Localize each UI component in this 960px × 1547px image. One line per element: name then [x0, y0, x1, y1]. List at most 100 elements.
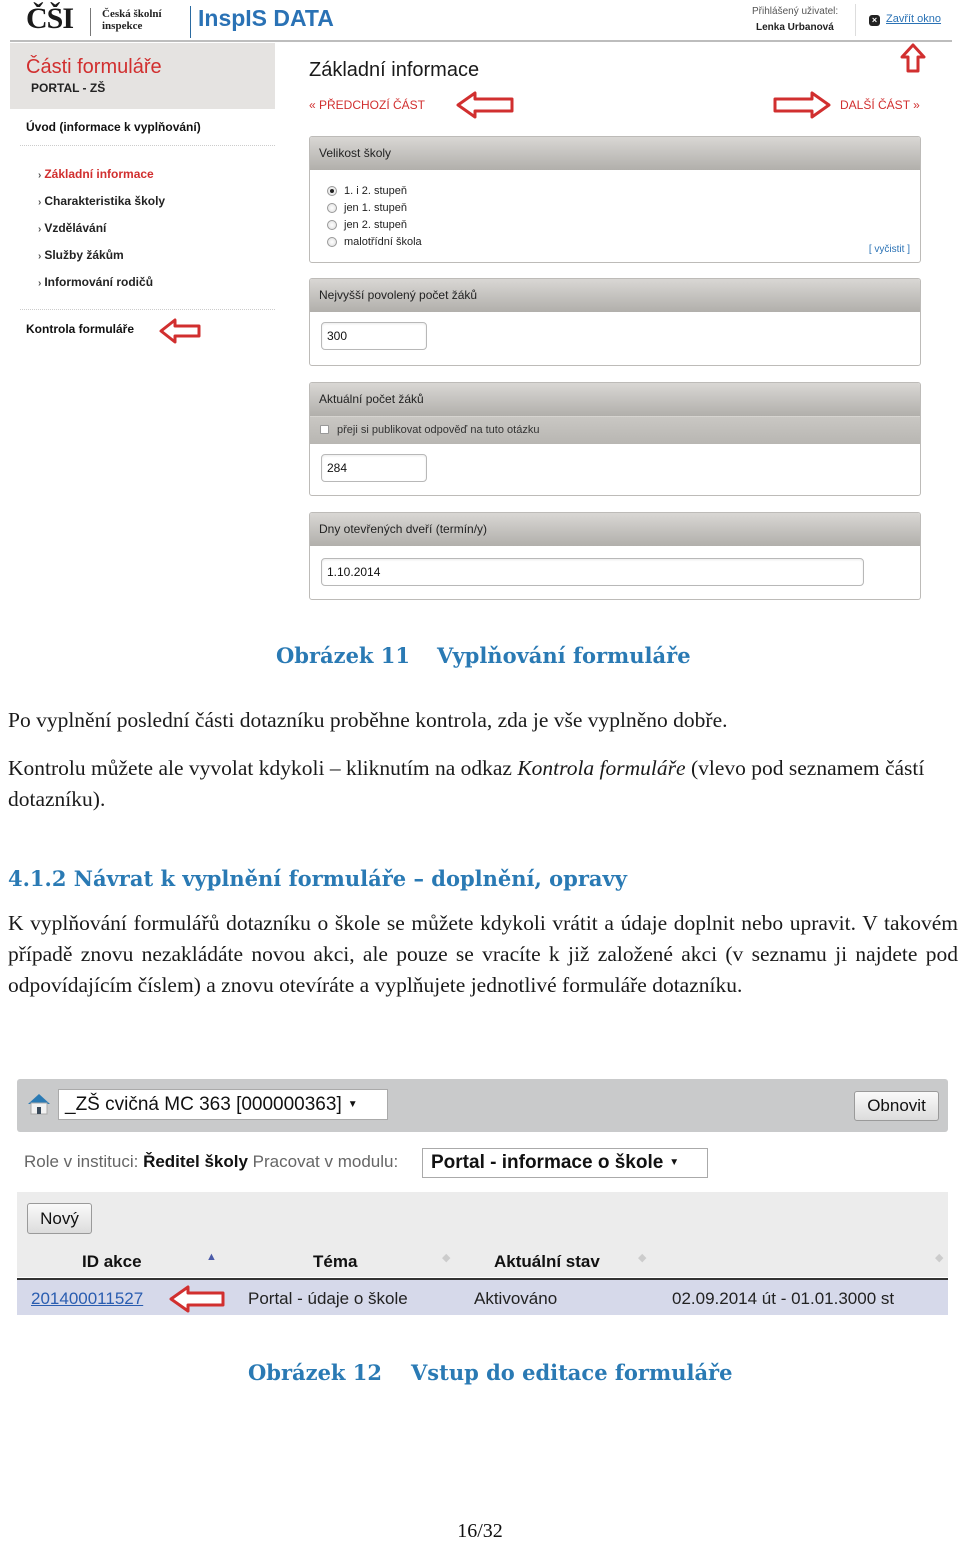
sidebar-intro-link[interactable]: Úvod (informace k vyplňování): [26, 120, 201, 134]
sort-icon[interactable]: ◆: [442, 1251, 450, 1264]
panel-body: 1. i 2. stupeň jen 1. stupeň jen 2. stup…: [310, 170, 920, 262]
annotation-arrow-left-icon: [169, 1285, 225, 1313]
module-select[interactable]: Portal - informace o škole ▼: [422, 1148, 708, 1178]
logo-divider-2: [190, 6, 191, 38]
radio-option[interactable]: jen 1. stupeň: [327, 199, 920, 216]
paragraph-2: Kontrolu můžete ale vyvolat kdykoli – kl…: [8, 753, 958, 815]
module-select-value: Portal - informace o škole: [431, 1152, 664, 1173]
role-label: Role v instituci:: [24, 1152, 139, 1171]
figure-1-caption: Vyplňování formuláře: [437, 643, 691, 668]
action-period: 02.09.2014 út - 01.01.3000 st: [672, 1289, 895, 1308]
panel-current-students: Aktuální počet žáků přeji si publikovat …: [309, 382, 921, 496]
action-status: Aktivováno: [474, 1289, 558, 1308]
page-title: Základní informace: [309, 59, 480, 81]
current-students-input[interactable]: 284: [321, 454, 427, 482]
radio-button[interactable]: [327, 219, 337, 230]
role-row: Role v instituci: Ředitel školy Pracovat…: [24, 1152, 398, 1172]
user-name: Lenka Urbanová: [756, 22, 834, 33]
sidebar-item-vzdelavani[interactable]: › Vzdělávání: [38, 221, 106, 235]
chevron-right-icon: ›: [38, 224, 42, 235]
panel-body: 1.10.2014: [310, 546, 920, 599]
sidebar-item-label: Služby žákům: [44, 248, 124, 262]
clear-selection-link[interactable]: [ vyčistit ]: [869, 244, 910, 255]
panel-title: Dny otevřených dveří (termín/y): [310, 513, 920, 546]
column-header-id[interactable]: ID akce: [82, 1252, 142, 1272]
action-id-link[interactable]: 201400011527: [31, 1289, 143, 1309]
paragraph-1: Po vyplnění poslední části dotazníku pro…: [8, 708, 728, 732]
app-logo: InspIS DATA: [198, 5, 334, 31]
annotation-arrow-left-icon: [456, 91, 514, 119]
paragraph-2-text: Kontrolu můžete ale vyvolat kdykoli – kl…: [8, 756, 518, 780]
module-label: Pracovat v modulu:: [252, 1152, 399, 1171]
institution-select-value: _ZŠ cvičná MC 363 [000000363]: [65, 1094, 342, 1115]
sidebar-item-zakladni-informace[interactable]: › Základní informace: [38, 167, 154, 181]
role-value: Ředitel školy: [143, 1152, 248, 1171]
form-check-link[interactable]: Kontrola formuláře: [26, 322, 134, 336]
chevron-right-icon: ›: [38, 170, 42, 181]
publish-label: přeji si publikovat odpověď na tuto otáz…: [337, 424, 540, 436]
sidebar-item-label: Základní informace: [44, 167, 154, 181]
sidebar-item-label: Charakteristika školy: [44, 194, 166, 208]
sort-ascending-icon[interactable]: ▲: [206, 1251, 217, 1263]
radio-option[interactable]: malotřídní škola: [327, 233, 920, 250]
chevron-right-icon: ›: [38, 197, 42, 208]
actions-list-header-area: [17, 1192, 948, 1277]
logo-divider: [90, 8, 91, 36]
figure-1-screenshot: ČŠI Česká školní inspekce InspIS DATA Př…: [0, 0, 960, 610]
sidebar-divider: [20, 309, 275, 310]
section-heading: 4.1.2 Návrat k vyplnění formuláře – dopl…: [8, 866, 627, 891]
radio-button-checked[interactable]: [327, 185, 337, 196]
sort-icon[interactable]: ◆: [935, 1251, 943, 1264]
radio-label: jen 1. stupeň: [344, 201, 407, 214]
sort-icon[interactable]: ◆: [638, 1251, 646, 1264]
next-part-link[interactable]: DALŠÍ ČÁST »: [840, 98, 920, 112]
chevron-right-icon: ›: [38, 278, 42, 289]
paragraph-2-link-reference: Kontrola formuláře: [517, 756, 686, 780]
panel-max-students: Nejvyšší povolený počet žáků 300: [309, 278, 921, 366]
page-number: 16/32: [457, 1520, 503, 1542]
paragraph-3: K vyplňování formulářů dotazníku o škole…: [8, 911, 958, 997]
radio-button[interactable]: [327, 236, 337, 247]
column-header-status[interactable]: Aktuální stav: [494, 1252, 600, 1272]
max-students-input[interactable]: 300: [321, 322, 427, 350]
sidebar-item-label: Vzdělávání: [44, 221, 107, 235]
csi-logo: ČŠI: [26, 2, 74, 35]
publish-option[interactable]: přeji si publikovat odpověď na tuto otáz…: [310, 416, 920, 444]
radio-option[interactable]: 1. i 2. stupeň: [327, 182, 920, 199]
header-divider: [10, 40, 952, 42]
org-line-1: Česká školní: [102, 8, 162, 20]
radio-label: 1. i 2. stupeň: [344, 184, 407, 197]
institution-select[interactable]: _ZŠ cvičná MC 363 [000000363] ▼: [58, 1089, 388, 1120]
close-icon[interactable]: ×: [869, 15, 880, 26]
sidebar-item-label: Informování rodičů: [44, 275, 154, 289]
sidebar-item-sluzby-zakum[interactable]: › Služby žákům: [38, 248, 124, 262]
action-topic: Portal - údaje o škole: [248, 1289, 408, 1308]
publish-checkbox[interactable]: [320, 425, 329, 434]
house-icon: [28, 1094, 50, 1115]
sidebar-divider: [20, 145, 275, 146]
sidebar-item-informovani-rodicu[interactable]: › Informování rodičů: [38, 275, 153, 289]
radio-option[interactable]: jen 2. stupeň: [327, 216, 920, 233]
panel-open-days: Dny otevřených dveří (termín/y) 1.10.201…: [309, 512, 921, 600]
refresh-button[interactable]: Obnovit: [854, 1091, 939, 1121]
sidebar-item-charakteristika-skoly[interactable]: › Charakteristika školy: [38, 194, 165, 208]
user-label: Přihlášený uživatel:: [752, 6, 839, 17]
column-header-topic[interactable]: Téma: [313, 1252, 357, 1272]
dropdown-arrow-icon: ▼: [347, 1099, 358, 1110]
panel-title: Velikost školy: [310, 137, 920, 170]
figure-2-number: Obrázek 12: [248, 1360, 383, 1385]
figure-2-caption: Vstup do editace formuláře: [411, 1360, 733, 1385]
chevron-right-icon: ›: [38, 251, 42, 262]
close-window-link[interactable]: Zavřít okno: [886, 13, 941, 25]
annotation-arrow-up-icon: [900, 43, 926, 73]
radio-button[interactable]: [327, 202, 337, 213]
panel-title: Aktuální počet žáků: [310, 383, 920, 416]
previous-part-link[interactable]: « PŘEDCHOZÍ ČÁST: [309, 98, 425, 112]
sidebar-subtitle: PORTAL - ZŠ: [31, 81, 106, 95]
panel-body: 284: [310, 444, 920, 495]
figure-1-number: Obrázek 11: [276, 643, 411, 668]
org-line-2: inspekce: [102, 20, 143, 32]
new-action-button[interactable]: Nový: [27, 1203, 92, 1234]
open-days-input[interactable]: 1.10.2014: [321, 558, 864, 586]
panel-title: Nejvyšší povolený počet žáků: [310, 279, 920, 312]
